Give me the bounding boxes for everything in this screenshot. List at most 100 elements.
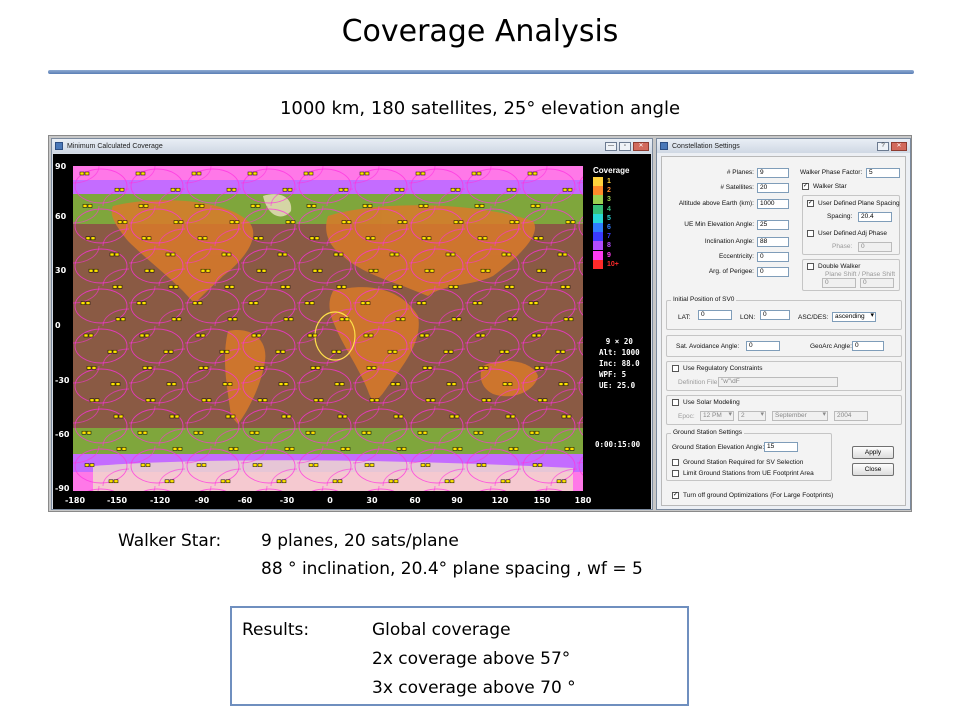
gs-elev-label: Ground Station Elevation Angle: [672,444,765,451]
legend-swatch [593,204,603,214]
help-icon[interactable]: ? [877,141,889,151]
minimize-icon[interactable]: — [605,141,617,151]
lat-input[interactable]: 0 [698,310,732,320]
legend-label: 2 [607,187,611,195]
param-ue: UE: 25.0 [599,381,636,390]
close-icon[interactable]: ✕ [891,141,907,151]
title-divider [48,70,914,74]
altitude-label: Altitude above Earth (km): [678,200,754,207]
legend-label: 8 [607,242,611,250]
perigee-label: Arg. of Perigee: [708,268,754,275]
plane-shift-label: Plane Shift / Phase Shift [825,271,896,278]
x-tick-label: 60 [409,496,421,505]
planes-input[interactable]: 9 [757,168,789,178]
altitude-input[interactable]: 1000 [757,199,789,209]
udap-checkbox[interactable] [807,230,814,237]
gs-group-title: Ground Station Settings [671,429,745,436]
phase-input[interactable]: 0 [858,242,892,252]
x-tick-label: 180 [574,496,592,505]
ascdes-select[interactable]: ascending [832,312,876,322]
sim-time: 0:00:15:00 [595,440,641,449]
plane-shift-input[interactable]: 0 [822,278,856,288]
legend-swatch [593,232,603,242]
results-line-3: 3x coverage above 70 ° [372,678,576,698]
eccentricity-input[interactable]: 0 [757,252,789,262]
regulatory-label: Use Regulatory Constraints [683,365,763,372]
lon-label: LON: [740,314,756,321]
legend-item: 9 [593,250,649,260]
gs-limit-checkbox[interactable] [672,470,679,477]
app-icon [660,142,668,150]
gs-required-checkbox[interactable] [672,459,679,466]
spacing-input[interactable]: 20.4 [858,212,892,222]
legend-label: 4 [607,205,611,213]
phase-shift-input[interactable]: 0 [860,278,894,288]
coverage-map-graphic [73,166,583,491]
coverage-legend: Coverage 1 2 3 4 5 6 7 8 9 10+ [593,166,649,269]
solar-checkbox[interactable] [672,399,679,406]
sat-avoid-label: Sat. Avoidance Angle: [676,343,740,350]
satellites-input[interactable]: 20 [757,183,789,193]
optim-checkbox[interactable]: ✓ [672,492,679,499]
gs-limit-label: Limit Ground Stations from UE Footprint … [683,470,814,477]
y-tick-label: 0 [55,321,61,330]
perigee-input[interactable]: 0 [757,267,789,277]
settings-titlebar[interactable]: Constellation Settings ? ✕ [657,139,910,153]
walker-star-checkbox[interactable]: ✓ [802,183,809,190]
maximize-icon[interactable]: ▫ [619,141,631,151]
epoc-year-input[interactable]: 2004 [834,411,868,421]
simulator-screenshot: Minimum Calculated Coverage — ▫ ✕ 90 60 … [48,135,912,512]
udps-checkbox[interactable]: ✓ [807,200,814,207]
legend-swatch [593,259,603,269]
udps-label: User Defined Plane Spacing [818,200,900,207]
x-tick-label: 30 [366,496,378,505]
legend-swatch [593,241,603,251]
param-altitude: Alt: 1000 [599,348,640,357]
epoc-hour-select[interactable]: 12 PM [700,411,734,421]
legend-title: Coverage [593,166,630,175]
walker-line-2: 88 ° inclination, 20.4° plane spacing , … [261,559,643,579]
close-button[interactable]: Close [852,463,894,476]
settings-title: Constellation Settings [672,142,740,150]
y-tick-label: -60 [55,430,70,439]
lon-input[interactable]: 0 [760,310,790,320]
lat-label: LAT: [678,314,691,321]
def-file-input[interactable]: "w"\dF [718,377,838,387]
gs-required-label: Ground Station Required for SV Selection [683,459,804,466]
epoc-month-select[interactable]: September [772,411,828,421]
results-line-2: 2x coverage above 57° [372,649,571,669]
legend-item: 8 [593,241,649,251]
map-window-titlebar[interactable]: Minimum Calculated Coverage — ▫ ✕ [52,139,652,153]
coverage-map[interactable] [73,166,583,491]
y-tick-label: 30 [55,266,67,275]
satellites-label: # Satellites: [720,184,754,191]
legend-item: 3 [593,195,649,205]
elevation-label: UE Min Elevation Angle: [684,221,754,228]
gs-elev-input[interactable]: 15 [764,442,798,452]
legend-label: 5 [607,214,611,222]
legend-swatch [593,223,603,233]
apply-button[interactable]: Apply [852,446,894,459]
x-tick-label: -180 [64,496,86,505]
walker-star-label: Walker Star [813,183,847,190]
wpf-input[interactable]: 5 [866,168,900,178]
constellation-params: 9 × 20 Alt: 1000 Inc: 88.0 WPF: 5 UE: 25… [599,336,640,391]
geoarc-input[interactable]: 0 [852,341,884,351]
legend-swatch [593,186,603,196]
close-icon[interactable]: ✕ [633,141,649,151]
solar-label: Use Solar Modeling [683,399,740,406]
epoc-label: Epoc: [678,413,695,420]
elevation-input[interactable]: 25 [757,220,789,230]
legend-item: 10+ [593,259,649,269]
legend-label: 6 [607,224,611,232]
regulatory-checkbox[interactable] [672,365,679,372]
y-tick-label: -30 [55,376,70,385]
optim-label: Turn off ground Optimizations (For Large… [683,492,834,499]
sat-avoid-input[interactable]: 0 [746,341,780,351]
double-walker-checkbox[interactable] [807,263,814,270]
inclination-input[interactable]: 88 [757,237,789,247]
legend-item: 6 [593,223,649,233]
x-tick-label: -90 [194,496,210,505]
epoc-day-select[interactable]: 2 [738,411,766,421]
settings-client: # Planes: 9 # Satellites: 20 Altitude ab… [661,156,906,506]
